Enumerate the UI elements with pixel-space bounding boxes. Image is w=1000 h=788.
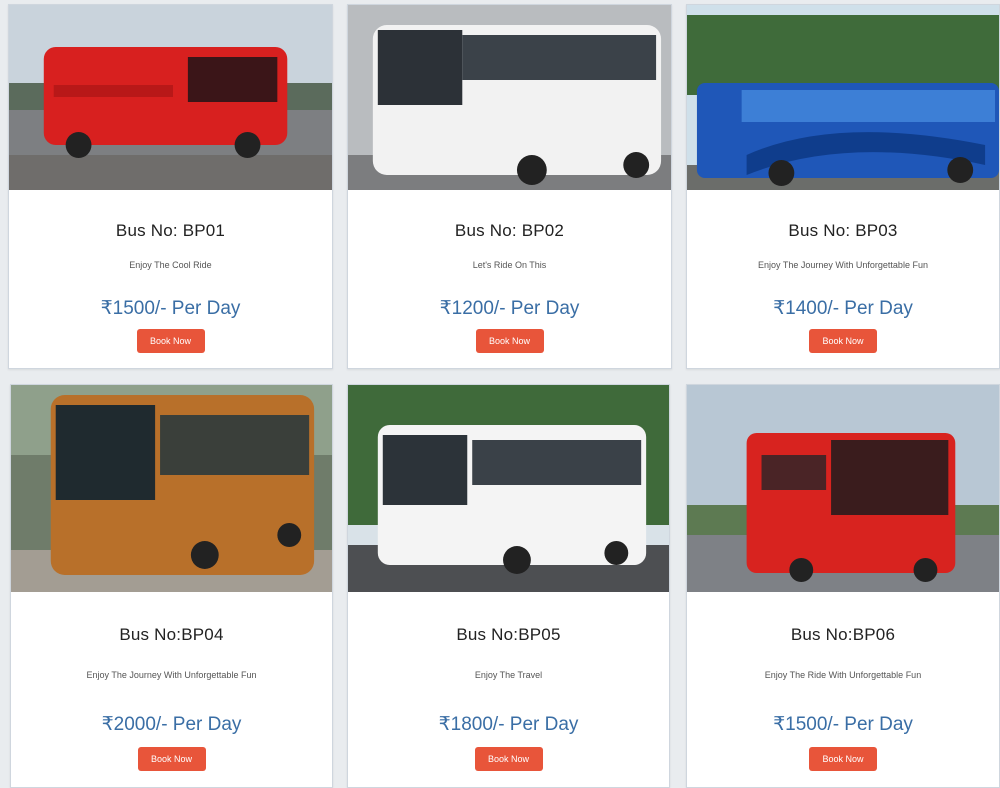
book-button-wrap: Book Now [9,329,332,353]
red-city-bus-photo [687,385,999,592]
book-now-button[interactable]: Book Now [809,329,877,353]
bus-card-bp03: Bus No: BP03 Enjoy The Journey With Unfo… [686,4,1000,369]
bus-card-bp01: Bus No: BP01 Enjoy The Cool Ride ₹1500/-… [8,4,333,369]
bus-card-bp05: Bus No:BP05 Enjoy The Travel ₹1800/- Per… [347,384,670,788]
bus-price: ₹1500/- Per Day [100,298,241,319]
bus-tagline: Let's Ride On This [472,260,547,270]
book-button-wrap: Book Now [11,747,332,771]
book-button-wrap: Book Now [348,747,669,771]
book-now-button[interactable]: Book Now [474,747,543,771]
bus-card-bp04: Bus No:BP04 Enjoy The Journey With Unfor… [10,384,333,788]
bus-number: Bus No:BP05 [456,625,561,644]
bus-tagline: Enjoy The Travel [474,670,543,680]
bus-card-bp02: Bus No: BP02 Let's Ride On This ₹1200/- … [347,4,672,369]
blue-coach-bus-photo [687,5,999,190]
bus-price: ₹1400/- Per Day [773,298,913,319]
bus-card-bp06: Bus No:BP06 Enjoy The Ride With Unforget… [686,384,1000,788]
bus-price: ₹2000/- Per Day [101,714,242,735]
bus-price: ₹1200/- Per Day [439,298,580,319]
book-button-wrap: Book Now [348,329,671,353]
bus-tagline: Enjoy The Journey With Unforgettable Fun [86,670,257,680]
book-now-button[interactable]: Book Now [475,329,544,353]
white-coach-bus-photo [348,385,669,592]
white-volvo-bus-photo [348,5,671,190]
bus-price: ₹1500/- Per Day [773,714,913,735]
book-button-wrap: Book Now [687,329,999,353]
bus-tagline: Enjoy The Cool Ride [129,260,212,270]
bus-number: Bus No: BP01 [115,221,226,240]
bus-tagline: Enjoy The Ride With Unforgettable Fun [764,670,922,680]
bus-number: Bus No: BP02 [454,221,565,240]
bus-number: Bus No: BP03 [788,221,898,240]
bus-number: Bus No:BP04 [119,625,224,644]
red-sleeper-bus-photo [9,5,332,190]
book-now-button[interactable]: Book Now [809,747,877,771]
book-button-wrap: Book Now [687,747,999,771]
bus-number: Bus No:BP06 [790,625,896,644]
bus-tagline: Enjoy The Journey With Unforgettable Fun [758,260,928,270]
orange-coach-bus-photo [11,385,332,592]
book-now-button[interactable]: Book Now [137,747,206,771]
bus-price: ₹1800/- Per Day [438,714,579,735]
book-now-button[interactable]: Book Now [136,329,205,353]
